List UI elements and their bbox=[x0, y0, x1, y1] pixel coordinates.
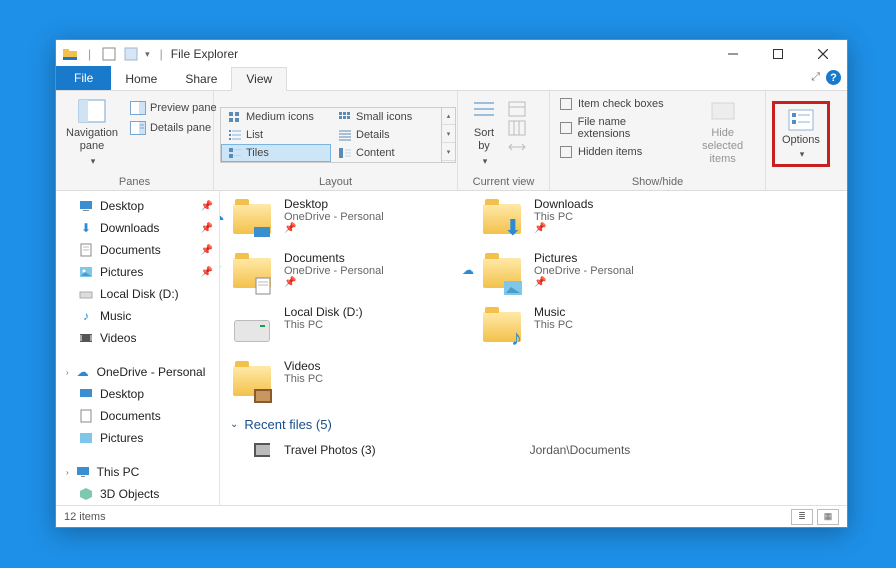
content-area: Desktop📌 ⬇Downloads📌 Documents📌 Pictures… bbox=[56, 191, 847, 505]
chevron-down-icon bbox=[481, 155, 488, 168]
nav-videos[interactable]: Videos bbox=[56, 327, 219, 349]
group-by-icon[interactable] bbox=[508, 101, 526, 117]
tab-view[interactable]: View bbox=[231, 67, 287, 91]
qat-properties-icon[interactable] bbox=[101, 46, 117, 62]
minimize-ribbon-icon[interactable]: ⤢ bbox=[811, 71, 820, 84]
size-columns-icon[interactable] bbox=[508, 139, 526, 155]
status-bar: 12 items ≣ ▦ bbox=[56, 505, 847, 527]
tab-home[interactable]: Home bbox=[111, 68, 171, 90]
hide-selected-items-button[interactable]: Hide selected items bbox=[686, 95, 759, 169]
details-pane-button[interactable]: Details pane bbox=[126, 119, 221, 137]
large-icons-view-button[interactable]: ▦ bbox=[817, 509, 839, 525]
preview-pane-button[interactable]: Preview pane bbox=[126, 99, 221, 117]
nav-local-disk-d[interactable]: Local Disk (D:) bbox=[56, 283, 219, 305]
cloud-status-icon: ☁ bbox=[462, 263, 474, 277]
pin-icon: 📌 bbox=[201, 201, 213, 212]
tile-documents[interactable]: ✔ DocumentsOneDrive - Personal📌 bbox=[230, 251, 440, 295]
tile-pictures[interactable]: ☁ PicturesOneDrive - Personal📌 bbox=[480, 251, 690, 295]
nav-onedrive[interactable]: ›☁OneDrive - Personal bbox=[56, 361, 219, 383]
pin-icon: 📌 bbox=[201, 245, 213, 256]
app-icon bbox=[62, 46, 78, 62]
tab-share[interactable]: Share bbox=[171, 68, 231, 90]
layout-medium-icons[interactable]: Medium icons bbox=[221, 108, 331, 126]
group-label: Current view bbox=[464, 174, 543, 188]
separator: | bbox=[160, 47, 163, 61]
gallery-down-icon[interactable]: ▾ bbox=[442, 126, 455, 143]
nav-desktop[interactable]: Desktop📌 bbox=[56, 195, 219, 217]
layout-details[interactable]: Details bbox=[331, 126, 441, 144]
layout-content[interactable]: Content bbox=[331, 144, 441, 162]
hidden-items-toggle[interactable]: Hidden items bbox=[556, 143, 682, 161]
recent-files-header[interactable]: ⌄ Recent files (5) bbox=[230, 417, 837, 432]
group-label: Layout bbox=[220, 174, 451, 188]
sort-by-button[interactable]: Sort by bbox=[464, 95, 504, 171]
minimize-button[interactable] bbox=[710, 40, 755, 68]
sync-status-icon: ✔ bbox=[220, 263, 222, 277]
qat-new-folder-icon[interactable] bbox=[123, 46, 139, 62]
close-button[interactable] bbox=[800, 40, 845, 68]
tile-downloads[interactable]: ⬇ DownloadsThis PC📌 bbox=[480, 197, 690, 241]
maximize-button[interactable] bbox=[755, 40, 800, 68]
layout-small-icons[interactable]: Small icons bbox=[331, 108, 441, 126]
tile-local-disk-d[interactable]: Local Disk (D:)This PC bbox=[230, 305, 440, 349]
file-name-extensions-toggle[interactable]: File name extensions bbox=[556, 113, 682, 143]
layout-gallery[interactable]: Medium icons Small icons ▴ List Details … bbox=[220, 107, 456, 163]
file-explorer-window: | ▾ | File Explorer File Home Share View bbox=[55, 39, 848, 528]
nav-pictures[interactable]: Pictures📌 bbox=[56, 261, 219, 283]
nav-documents[interactable]: Documents📌 bbox=[56, 239, 219, 261]
group-label: Panes bbox=[62, 174, 207, 188]
tile-videos[interactable]: VideosThis PC bbox=[230, 359, 440, 403]
ribbon-tabs: File Home Share View ⤢ ? bbox=[56, 68, 847, 91]
chevron-down-icon bbox=[798, 148, 805, 160]
help-icon[interactable]: ? bbox=[826, 70, 841, 85]
options-button[interactable]: Options bbox=[772, 101, 830, 167]
gallery-up-icon[interactable]: ▴ bbox=[442, 108, 455, 125]
item-count: 12 items bbox=[64, 511, 106, 523]
pin-icon: 📌 bbox=[284, 223, 384, 234]
pin-icon: 📌 bbox=[201, 223, 213, 234]
nav-onedrive-desktop[interactable]: Desktop bbox=[56, 383, 219, 405]
quick-access-toolbar: | ▾ | bbox=[62, 46, 167, 62]
nav-3d-objects[interactable]: 3D Objects bbox=[56, 483, 219, 505]
layout-list[interactable]: List bbox=[221, 126, 331, 144]
tab-file[interactable]: File bbox=[56, 66, 111, 90]
cloud-status-icon: ☁ bbox=[220, 209, 224, 223]
nav-onedrive-documents[interactable]: Documents bbox=[56, 405, 219, 427]
items-view[interactable]: ☁ DesktopOneDrive - Personal📌 ⬇ Download… bbox=[220, 191, 847, 505]
ribbon-view: Navigation pane Preview pane Details pan… bbox=[56, 91, 847, 191]
chevron-down-icon bbox=[89, 155, 96, 168]
pin-icon: 📌 bbox=[534, 277, 634, 288]
nav-music[interactable]: ♪Music bbox=[56, 305, 219, 327]
details-view-button[interactable]: ≣ bbox=[791, 509, 813, 525]
separator: | bbox=[88, 47, 91, 61]
window-title: File Explorer bbox=[171, 47, 238, 61]
item-check-boxes-toggle[interactable]: Item check boxes bbox=[556, 95, 682, 113]
gallery-more-icon[interactable]: ▾ bbox=[442, 144, 455, 161]
tile-desktop[interactable]: ☁ DesktopOneDrive - Personal📌 bbox=[230, 197, 440, 241]
pin-icon: 📌 bbox=[201, 267, 213, 278]
navigation-pane: Desktop📌 ⬇Downloads📌 Documents📌 Pictures… bbox=[56, 191, 220, 505]
add-columns-icon[interactable] bbox=[508, 120, 526, 136]
nav-this-pc[interactable]: ›This PC bbox=[56, 461, 219, 483]
layout-tiles[interactable]: Tiles bbox=[221, 144, 331, 162]
group-label: Show/hide bbox=[556, 174, 759, 188]
nav-downloads[interactable]: ⬇Downloads📌 bbox=[56, 217, 219, 239]
titlebar: | ▾ | File Explorer bbox=[56, 40, 847, 68]
nav-onedrive-pictures[interactable]: Pictures bbox=[56, 427, 219, 449]
pin-icon: 📌 bbox=[534, 223, 593, 234]
qat-dropdown-icon[interactable]: ▾ bbox=[145, 49, 150, 60]
tile-music[interactable]: ♪ MusicThis PC bbox=[480, 305, 690, 349]
pin-icon: 📌 bbox=[284, 277, 384, 288]
recent-item[interactable]: Travel Photos (3) Jordan\Documents bbox=[230, 438, 837, 462]
navigation-pane-button[interactable]: Navigation pane bbox=[62, 95, 122, 171]
chevron-down-icon: ⌄ bbox=[230, 419, 238, 430]
